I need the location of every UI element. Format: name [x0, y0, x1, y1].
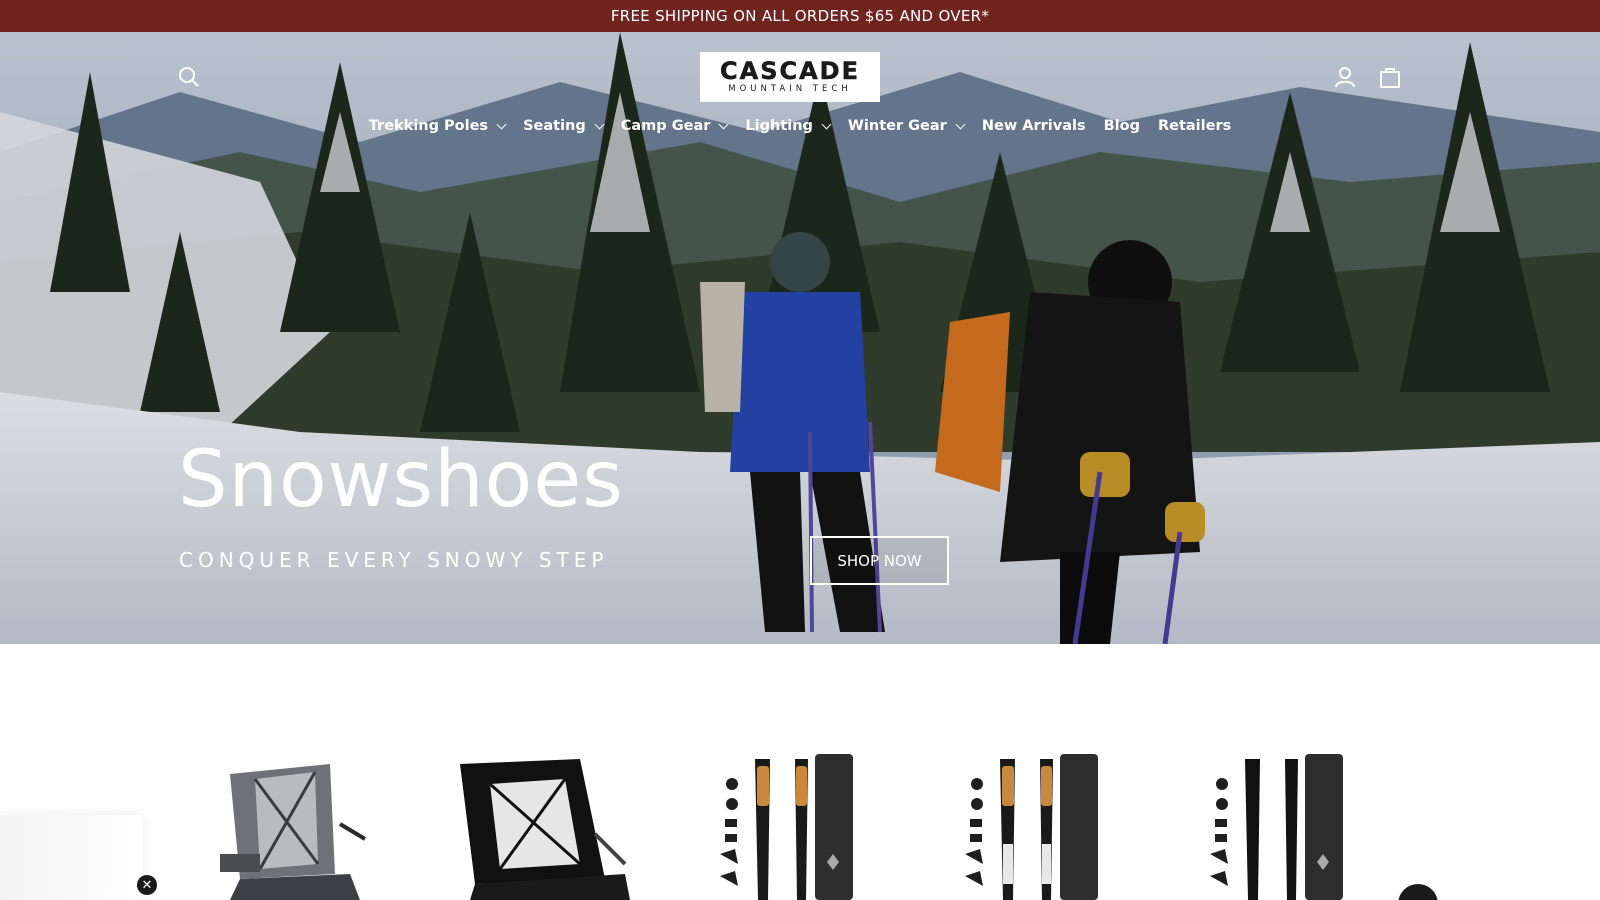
nav-item-label: New Arrivals	[981, 118, 1086, 134]
product-card[interactable]	[945, 754, 1165, 900]
search-icon	[179, 67, 199, 87]
nav-item-seating[interactable]: Seating	[514, 114, 612, 138]
search-button[interactable]	[174, 62, 204, 92]
announcement-text: FREE SHIPPING ON ALL ORDERS $65 AND OVER…	[610, 7, 990, 25]
trekking-poles-orange-image	[720, 754, 853, 900]
product-card[interactable]	[200, 754, 420, 900]
nav-item-new-arrivals[interactable]: New Arrivals	[973, 114, 1095, 138]
hero-subtitle: CONQUER EVERY SNOWY STEP	[179, 548, 609, 572]
nav-item-trekking-poles[interactable]: Trekking Poles	[360, 114, 514, 138]
account-button[interactable]	[1330, 62, 1360, 92]
nav-item-label: Blog	[1103, 118, 1140, 134]
announcement-bar: FREE SHIPPING ON ALL ORDERS $65 AND OVER…	[0, 0, 1600, 32]
product-carousel	[0, 644, 1600, 900]
nav-item-lighting[interactable]: Lighting	[736, 114, 839, 138]
cart-button[interactable]	[1375, 62, 1405, 92]
nav-item-label: Seating	[523, 118, 586, 134]
chevron-down-icon	[955, 119, 966, 129]
folding-chair-gray-image	[220, 764, 367, 900]
close-icon[interactable]: ✕	[137, 875, 157, 895]
product-card[interactable]	[700, 754, 920, 900]
nav-item-label: Lighting	[745, 118, 813, 134]
folding-chair-black-image	[460, 759, 630, 900]
product-card[interactable]	[1190, 754, 1410, 900]
brand-logo[interactable]: CASCADE MOUNTAIN TECH	[700, 52, 880, 102]
logo-wordmark: CASCADE	[720, 57, 860, 85]
main-nav: Trekking Poles Seating Camp Gear Lightin…	[0, 114, 1600, 138]
hero-title: Snowshoes	[178, 435, 624, 525]
shop-now-button[interactable]: SHOP NOW	[810, 536, 949, 585]
chevron-down-icon	[594, 119, 605, 129]
chevron-down-icon	[718, 119, 729, 129]
logo-tagline: MOUNTAIN TECH	[728, 84, 852, 94]
nav-item-label: Trekking Poles	[368, 118, 489, 134]
trekking-poles-black-image	[1210, 754, 1343, 900]
bag-icon	[1380, 68, 1400, 88]
nav-item-retailers[interactable]: Retailers	[1149, 114, 1240, 138]
trekking-poles-white-image	[965, 754, 1098, 900]
popup-teaser[interactable]	[0, 815, 143, 900]
nav-item-label: Camp Gear	[620, 118, 711, 134]
nav-item-blog[interactable]: Blog	[1095, 114, 1149, 138]
nav-item-label: Winter Gear	[847, 118, 947, 134]
nav-item-label: Retailers	[1157, 118, 1232, 134]
nav-item-winter-gear[interactable]: Winter Gear	[839, 114, 973, 138]
chevron-down-icon	[821, 119, 832, 129]
chevron-down-icon	[496, 119, 507, 129]
nav-item-camp-gear[interactable]: Camp Gear	[612, 114, 737, 138]
user-icon	[1335, 67, 1355, 88]
product-card[interactable]	[430, 754, 650, 900]
